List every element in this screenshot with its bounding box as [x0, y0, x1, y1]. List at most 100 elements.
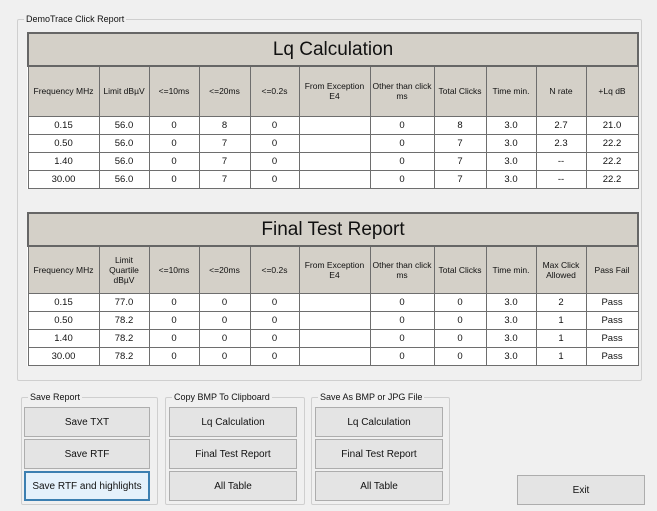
- table-cell: 56.0: [98, 115, 150, 135]
- final-table-title: Final Test Report: [26, 212, 640, 247]
- col-header: Pass Fail: [585, 245, 639, 294]
- table-cell: 0: [148, 328, 200, 348]
- table-cell: 8: [433, 115, 487, 135]
- table-cell: 56.0: [98, 169, 150, 189]
- col-header: Time min.: [485, 245, 537, 294]
- table-cell: 2: [535, 292, 587, 312]
- table-cell: 1: [535, 328, 587, 348]
- col-header: Frequency MHz: [27, 65, 100, 117]
- table-cell: 30.00: [27, 169, 100, 189]
- table-cell: Pass: [585, 292, 639, 312]
- table-cell: 0: [369, 346, 435, 366]
- col-header: Time min.: [485, 65, 537, 117]
- table-cell: 3.0: [485, 346, 537, 366]
- table-cell: 1: [535, 310, 587, 330]
- table-cell: 2.7: [535, 115, 587, 135]
- col-header: <=20ms: [198, 65, 251, 117]
- table-cell: 0: [148, 310, 200, 330]
- table-row: 0.15 77.0 0 0 0 0 0 3.0 2 Pass: [27, 292, 639, 312]
- copy-bmp-title: Copy BMP To Clipboard: [172, 390, 272, 404]
- table-row: 1.40 56.0 0 7 0 0 7 3.0 -- 22.2: [27, 151, 639, 171]
- window-title: DemoTrace Click Report: [24, 12, 127, 26]
- table-cell: 30.00: [27, 346, 100, 366]
- table-cell: 78.2: [98, 346, 150, 366]
- col-header: Limit Quartile dBµV: [98, 245, 150, 294]
- table-cell: 0: [198, 346, 251, 366]
- table-cell: 0.15: [27, 292, 100, 312]
- table-cell: 0: [249, 133, 300, 153]
- table-cell: 0: [249, 310, 300, 330]
- col-header: Frequency MHz: [27, 245, 100, 294]
- col-header: <=10ms: [148, 245, 200, 294]
- final-test-report-table: Final Test Report Frequency MHz Limit Qu…: [26, 212, 640, 366]
- col-header: N rate: [535, 65, 587, 117]
- table-cell: 21.0: [585, 115, 639, 135]
- table-cell: 0: [148, 115, 200, 135]
- final-header-row: Frequency MHz Limit Quartile dBµV <=10ms…: [27, 245, 639, 294]
- table-row: 0.50 78.2 0 0 0 0 0 3.0 1 Pass: [27, 310, 639, 330]
- table-cell: 1.40: [27, 328, 100, 348]
- save-txt-button[interactable]: Save TXT: [24, 407, 150, 437]
- col-header: From Exception E4: [298, 245, 371, 294]
- table-cell: 0: [369, 310, 435, 330]
- table-cell: 0: [249, 292, 300, 312]
- table-cell: 77.0: [98, 292, 150, 312]
- table-cell: 0.50: [27, 310, 100, 330]
- save-as-lq-calculation-button[interactable]: Lq Calculation: [315, 407, 443, 437]
- table-cell: 0: [198, 328, 251, 348]
- table-cell: 0: [148, 151, 200, 171]
- table-cell: [298, 292, 371, 312]
- table-cell: 0: [148, 292, 200, 312]
- table-cell: 78.2: [98, 310, 150, 330]
- table-row: 1.40 78.2 0 0 0 0 0 3.0 1 Pass: [27, 328, 639, 348]
- table-cell: 3.0: [485, 133, 537, 153]
- table-cell: [298, 169, 371, 189]
- table-cell: 0: [249, 115, 300, 135]
- col-header: <=0.2s: [249, 245, 300, 294]
- col-header: Total Clicks: [433, 245, 487, 294]
- table-cell: 0: [369, 151, 435, 171]
- table-cell: 0: [249, 151, 300, 171]
- copy-lq-calculation-button[interactable]: Lq Calculation: [169, 407, 297, 437]
- table-row: 30.00 78.2 0 0 0 0 0 3.0 1 Pass: [27, 346, 639, 366]
- table-row: 30.00 56.0 0 7 0 0 7 3.0 -- 22.2: [27, 169, 639, 189]
- table-cell: 0: [369, 292, 435, 312]
- lq-table-title: Lq Calculation: [26, 32, 640, 67]
- table-cell: Pass: [585, 328, 639, 348]
- save-rtf-highlights-button[interactable]: Save RTF and highlights: [24, 471, 150, 501]
- exit-button[interactable]: Exit: [517, 475, 645, 505]
- table-cell: 3.0: [485, 115, 537, 135]
- table-cell: 1.40: [27, 151, 100, 171]
- table-cell: Pass: [585, 346, 639, 366]
- save-rtf-button[interactable]: Save RTF: [24, 439, 150, 469]
- table-cell: [298, 310, 371, 330]
- copy-final-test-report-button[interactable]: Final Test Report: [169, 439, 297, 469]
- col-header: <=10ms: [148, 65, 200, 117]
- col-header: Max Click Allowed: [535, 245, 587, 294]
- col-header: Limit dBµV: [98, 65, 150, 117]
- table-cell: 0.15: [27, 115, 100, 135]
- table-cell: 22.2: [585, 151, 639, 171]
- table-cell: 3.0: [485, 310, 537, 330]
- save-report-title: Save Report: [28, 390, 83, 404]
- table-cell: 0: [369, 169, 435, 189]
- save-as-title: Save As BMP or JPG File: [318, 390, 425, 404]
- table-cell: 0: [433, 310, 487, 330]
- table-cell: --: [535, 169, 587, 189]
- table-cell: 7: [198, 169, 251, 189]
- table-cell: 0: [369, 115, 435, 135]
- lq-header-row: Frequency MHz Limit dBµV <=10ms <=20ms <…: [27, 65, 639, 117]
- table-cell: 7: [433, 133, 487, 153]
- col-header: From Exception E4: [298, 65, 371, 117]
- save-as-all-table-button[interactable]: All Table: [315, 471, 443, 501]
- table-cell: [298, 115, 371, 135]
- table-cell: [298, 328, 371, 348]
- col-header: <=20ms: [198, 245, 251, 294]
- table-cell: 56.0: [98, 151, 150, 171]
- save-as-final-test-report-button[interactable]: Final Test Report: [315, 439, 443, 469]
- copy-all-table-button[interactable]: All Table: [169, 471, 297, 501]
- table-cell: --: [535, 151, 587, 171]
- table-cell: [298, 133, 371, 153]
- table-cell: [298, 151, 371, 171]
- table-cell: Pass: [585, 310, 639, 330]
